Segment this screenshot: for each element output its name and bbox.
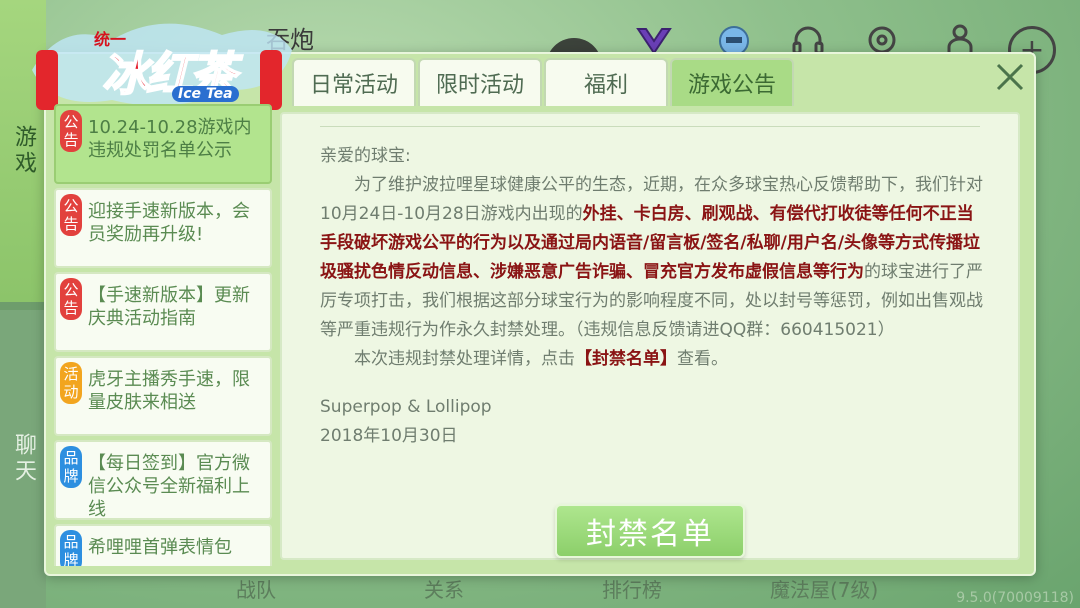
list-item[interactable]: 公告 【手速新版本】更新庆典活动指南 (54, 272, 272, 352)
list-item-title: 希哩哩首弹表情包 (88, 537, 232, 558)
tab-announcements[interactable]: 游戏公告 (670, 58, 794, 106)
article-signature: Superpop & Lollipop (320, 397, 492, 417)
version-label: 9.5.0(70009118) (956, 590, 1074, 606)
announcement-list: 公告 10.24-10.28游戏内违规处罚名单公示 公告 迎接手速新版本，会员奖… (54, 104, 274, 566)
article-greeting: 亲爱的球宝: (320, 146, 411, 166)
bottom-nav-team[interactable]: 战队 (236, 574, 276, 603)
category-badge: 活动 (60, 362, 82, 404)
article-paragraph: 为了维护波拉哩星球健康公平的生态，近期，在众多球宝热心反馈帮助下，我们针对10月… (320, 171, 990, 345)
divider (320, 126, 980, 127)
list-item-title: 10.24-10.28游戏内违规处罚名单公示 (88, 117, 252, 161)
list-item-title: 迎接手速新版本，会员奖励再升级! (88, 201, 250, 245)
tab-benefits[interactable]: 福利 (544, 58, 668, 106)
close-button[interactable] (993, 60, 1027, 94)
category-badge: 公告 (60, 194, 82, 236)
article-date: 2018年10月30日 (320, 426, 458, 444)
article-text: 查看。 (677, 349, 728, 369)
logo-brand-en: Ice Tea (172, 86, 239, 102)
close-icon (996, 63, 1024, 91)
list-item-title: 【每日签到】官方微信公众号全新福利上线 (88, 453, 250, 520)
rail-tab-chat[interactable]: 聊天 (0, 310, 46, 608)
list-item[interactable]: 品牌 希哩哩首弹表情包 (54, 524, 272, 566)
article-paragraph: 本次违规封禁处理详情，点击【封禁名单】查看。 (320, 345, 990, 374)
article-text: 本次违规封禁处理详情，点击 (354, 349, 575, 369)
category-badge: 公告 (60, 110, 82, 152)
bottom-nav-leaderboard[interactable]: 排行榜 (602, 574, 662, 603)
list-item-title: 虎牙主播秀手速，限量皮肤来相送 (88, 369, 250, 413)
ban-list-button[interactable]: 封禁名单 (555, 504, 745, 558)
category-badge: 公告 (60, 278, 82, 320)
list-item[interactable]: 公告 迎接手速新版本，会员奖励再升级! (54, 188, 272, 268)
tab-limited-events[interactable]: 限时活动 (418, 58, 542, 106)
announcement-content: 亲爱的球宝: 为了维护波拉哩星球健康公平的生态，近期，在众多球宝热心反馈帮助下，… (280, 112, 1020, 560)
category-badge: 品牌 (60, 530, 82, 566)
bottom-nav-relations[interactable]: 关系 (424, 574, 464, 603)
bottom-nav-magic-house[interactable]: 魔法屋(7级) (770, 574, 878, 603)
tab-daily-events[interactable]: 日常活动 (292, 58, 416, 106)
tab-bar: 日常活动 限时活动 福利 游戏公告 (292, 58, 794, 106)
ban-list-link[interactable]: 【封禁名单】 (575, 349, 677, 369)
list-item[interactable]: 公告 10.24-10.28游戏内违规处罚名单公示 (54, 104, 272, 184)
list-item-title: 【手速新版本】更新庆典活动指南 (88, 285, 250, 329)
list-item[interactable]: 品牌 【每日签到】官方微信公众号全新福利上线 (54, 440, 272, 520)
article-body: 亲爱的球宝: 为了维护波拉哩星球健康公平的生态，近期，在众多球宝热心反馈帮助下，… (320, 142, 990, 444)
category-badge: 品牌 (60, 446, 82, 488)
list-item[interactable]: 活动 虎牙主播秀手速，限量皮肤来相送 (54, 356, 272, 436)
